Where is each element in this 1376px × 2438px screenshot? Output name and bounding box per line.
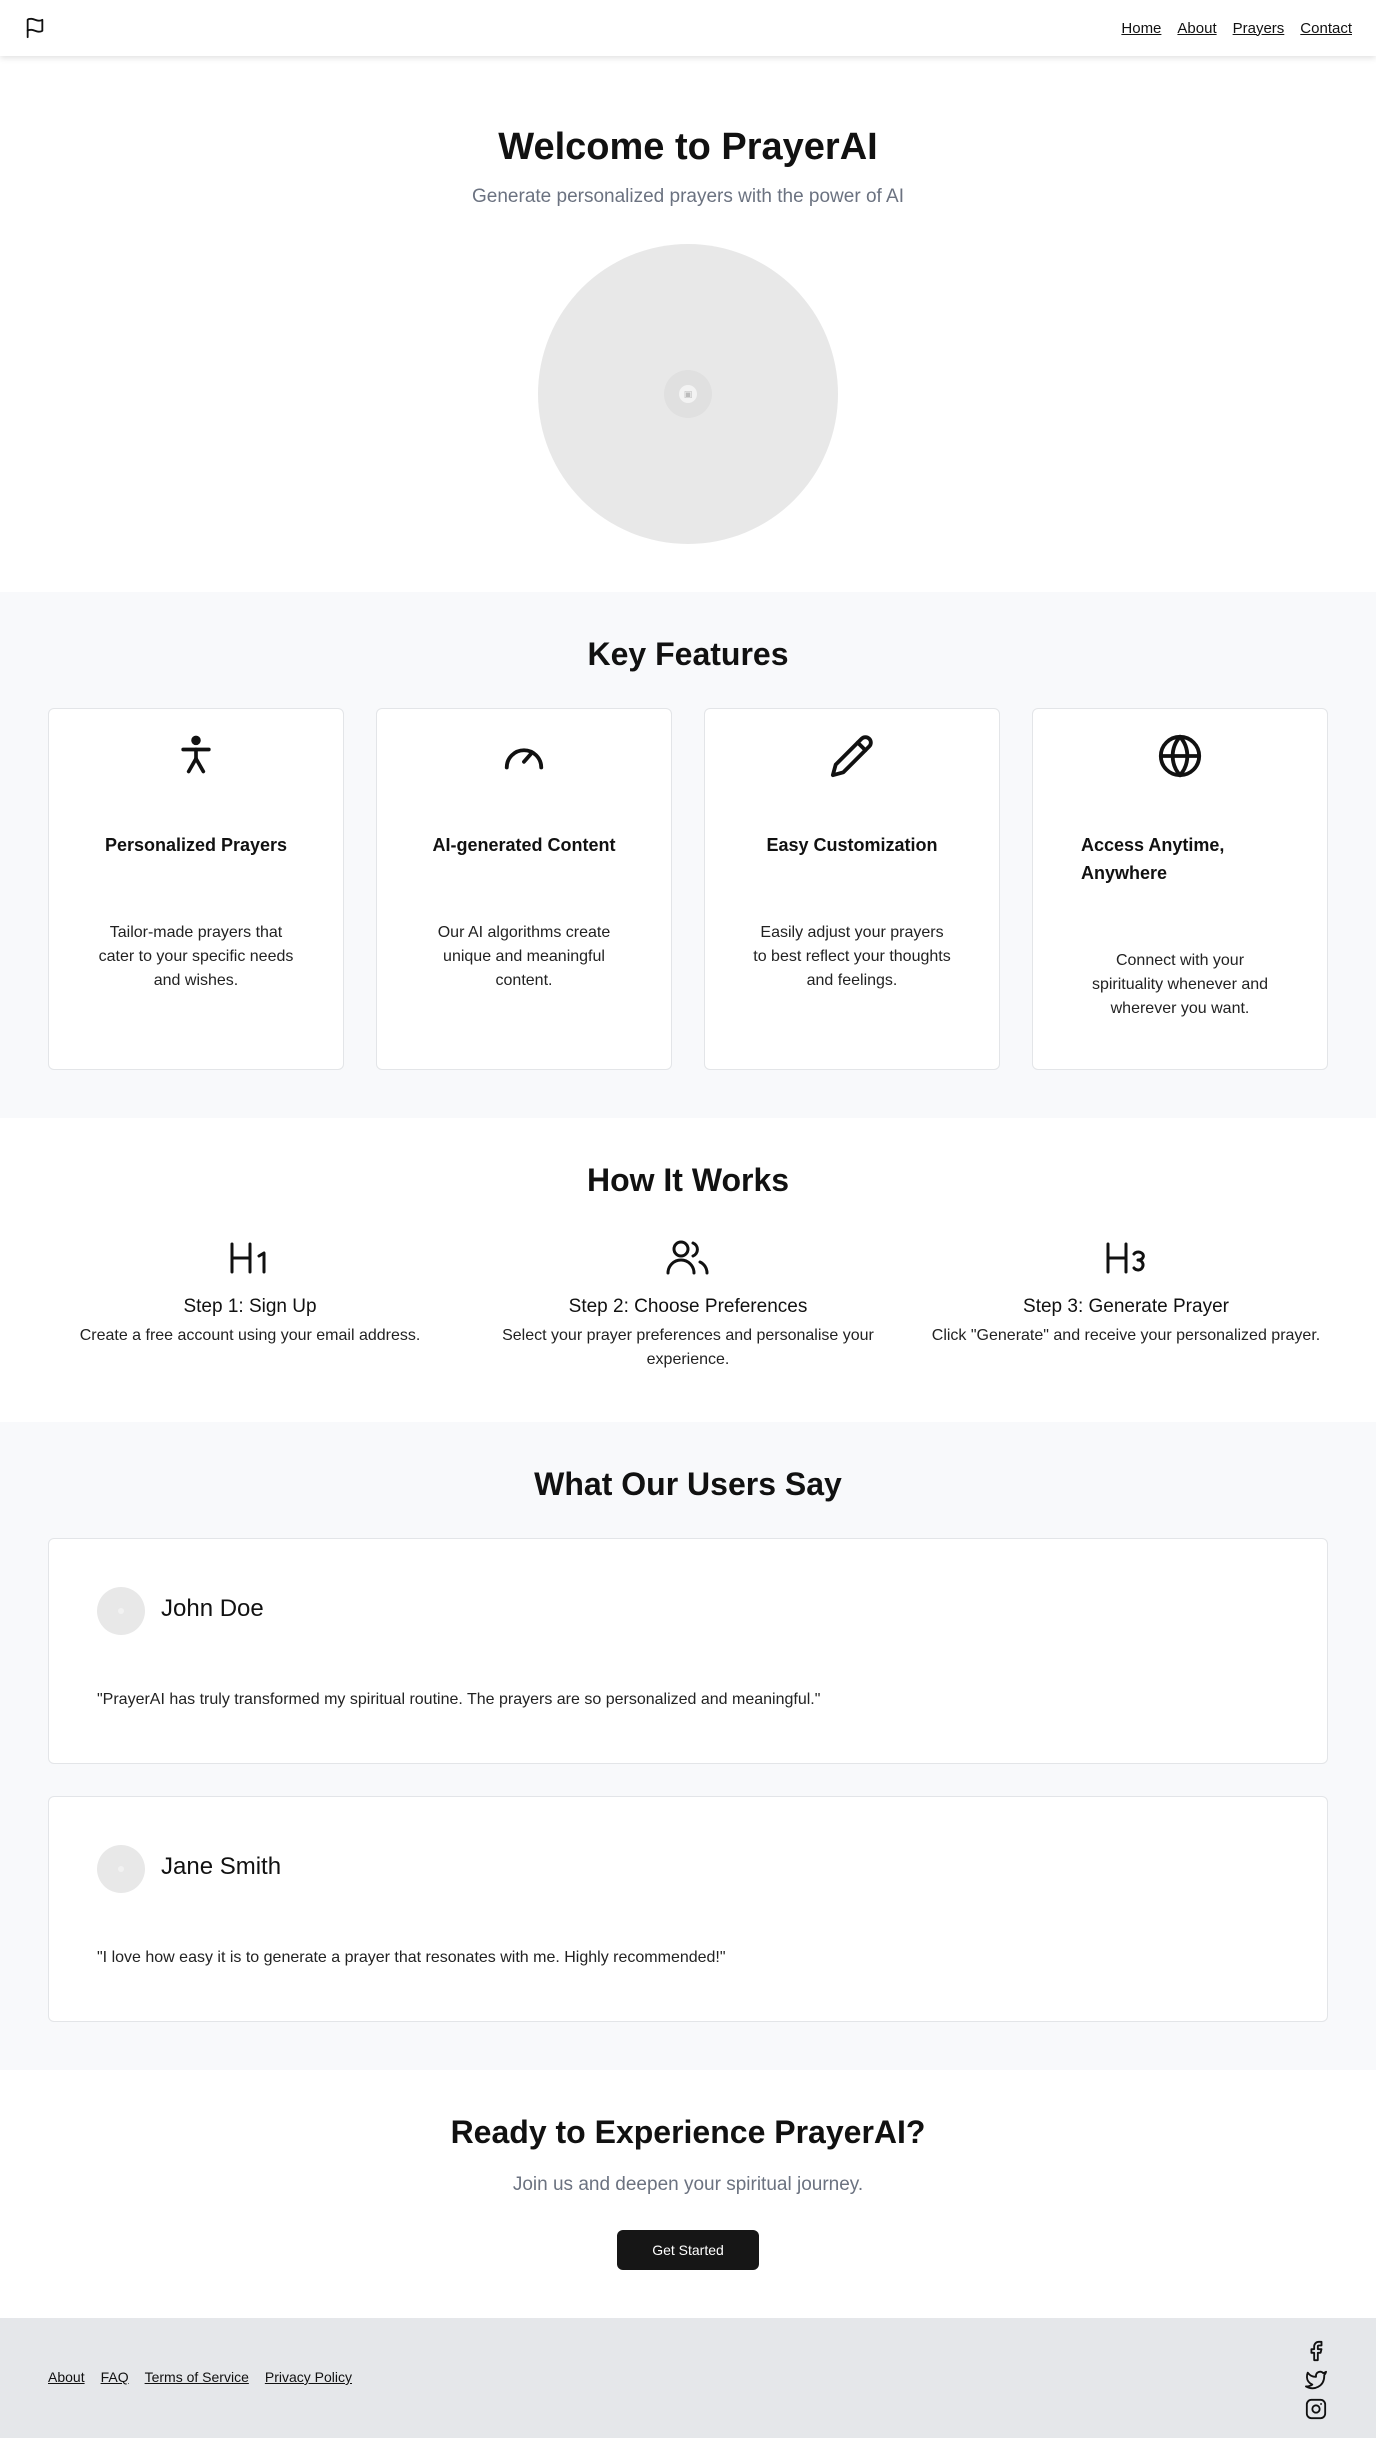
avatar xyxy=(97,1845,145,1893)
nav-link-home[interactable]: Home xyxy=(1121,20,1161,37)
feature-description: Tailor-made prayers that cater to your s… xyxy=(98,924,294,989)
step-description: Click "Generate" and receive your person… xyxy=(931,1327,1321,1344)
testimonial-card: John Doe "PrayerAI has truly transformed… xyxy=(48,1538,1328,1764)
footer-link-about[interactable]: About xyxy=(48,2369,85,2385)
site-footer: About FAQ Terms of Service Privacy Polic… xyxy=(0,2318,1376,2438)
feature-title: Access Anytime, Anywhere xyxy=(1081,835,1225,883)
heading-3-icon xyxy=(1104,1238,1148,1283)
how-heading: How It Works xyxy=(586,1162,790,1198)
instagram-icon[interactable] xyxy=(1305,2398,1327,2425)
footer-link-faq[interactable]: FAQ xyxy=(101,2369,129,2385)
feature-title: AI-generated Content xyxy=(432,835,616,855)
heading-1-icon xyxy=(228,1238,272,1283)
hero-section: Welcome to PrayerAI Generate personalize… xyxy=(0,56,1376,592)
footer-link-terms[interactable]: Terms of Service xyxy=(145,2369,249,2385)
step-item: Step 1: Sign Up Create a free account us… xyxy=(40,1238,460,1348)
step-title: Step 3: Generate Prayer xyxy=(1023,1296,1229,1317)
testimonial-quote: "I love how easy it is to generate a pra… xyxy=(97,1949,726,1966)
feature-card: Access Anytime, Anywhere Connect with yo… xyxy=(1032,708,1328,1070)
feature-title: Easy Customization xyxy=(766,835,938,855)
features-section: Key Features Personalized Prayers Tailor… xyxy=(0,592,1376,1118)
step-item: Step 2: Choose Preferences Select your p… xyxy=(478,1238,898,1372)
nav-link-prayers[interactable]: Prayers xyxy=(1233,20,1285,37)
feature-description: Our AI algorithms create unique and mean… xyxy=(437,924,611,989)
facebook-icon[interactable] xyxy=(1305,2340,1327,2367)
feature-card: Easy Customization Easily adjust your pr… xyxy=(704,708,1000,1070)
hero-image-placeholder: ▣ xyxy=(538,244,838,544)
pencil-icon xyxy=(829,733,875,784)
how-it-works-section: How It Works Step 1: Sign Up Create a fr… xyxy=(0,1118,1376,1422)
nav-link-about[interactable]: About xyxy=(1177,20,1216,37)
avatar xyxy=(97,1587,145,1635)
step-title: Step 2: Choose Preferences xyxy=(568,1296,808,1317)
step-description: Create a free account using your email a… xyxy=(79,1327,421,1344)
testimonial-card: Jane Smith "I love how easy it is to gen… xyxy=(48,1796,1328,2022)
footer-link-privacy[interactable]: Privacy Policy xyxy=(265,2369,352,2385)
cta-title: Ready to Experience PrayerAI? xyxy=(450,2114,926,2150)
testimonials-section: What Our Users Say John Doe "PrayerAI ha… xyxy=(0,1422,1376,2070)
testimonial-quote: "PrayerAI has truly transformed my spiri… xyxy=(97,1691,821,1708)
nav-link-contact[interactable]: Contact xyxy=(1300,20,1352,37)
image-placeholder-icon: ▣ xyxy=(679,385,697,403)
site-header: Home About Prayers Contact xyxy=(0,0,1376,56)
main-nav: Home About Prayers Contact xyxy=(1121,20,1352,37)
testimonial-author: John Doe xyxy=(161,1595,264,1622)
hero-title: Welcome to PrayerAI xyxy=(498,126,878,168)
testimonial-author: Jane Smith xyxy=(161,1853,282,1880)
twitter-icon[interactable] xyxy=(1304,2369,1328,2396)
gauge-icon xyxy=(501,733,547,784)
social-links xyxy=(1304,2340,1328,2425)
features-heading: Key Features xyxy=(587,636,789,672)
flag-icon[interactable] xyxy=(24,17,46,39)
footer-links: About FAQ Terms of Service Privacy Polic… xyxy=(48,2369,352,2385)
cta-section: Ready to Experience PrayerAI? Join us an… xyxy=(0,2070,1376,2318)
step-item: Step 3: Generate Prayer Click "Generate"… xyxy=(916,1238,1336,1348)
feature-title: Personalized Prayers xyxy=(104,835,288,855)
get-started-button[interactable]: Get Started xyxy=(617,2230,759,2270)
hero-subtitle: Generate personalized prayers with the p… xyxy=(472,186,904,207)
feature-description: Connect with your spirituality whenever … xyxy=(1091,952,1269,1017)
step-title: Step 1: Sign Up xyxy=(183,1296,317,1317)
feature-description: Easily adjust your prayers to best refle… xyxy=(753,924,951,989)
feature-card: Personalized Prayers Tailor-made prayers… xyxy=(48,708,344,1070)
testimonials-heading: What Our Users Say xyxy=(534,1466,842,1502)
person-icon xyxy=(174,733,218,782)
step-description: Select your prayer preferences and perso… xyxy=(502,1327,874,1368)
cta-subtitle: Join us and deepen your spiritual journe… xyxy=(512,2174,864,2195)
feature-card: AI-generated Content Our AI algorithms c… xyxy=(376,708,672,1070)
globe-icon xyxy=(1157,733,1203,784)
users-icon xyxy=(665,1238,711,1283)
